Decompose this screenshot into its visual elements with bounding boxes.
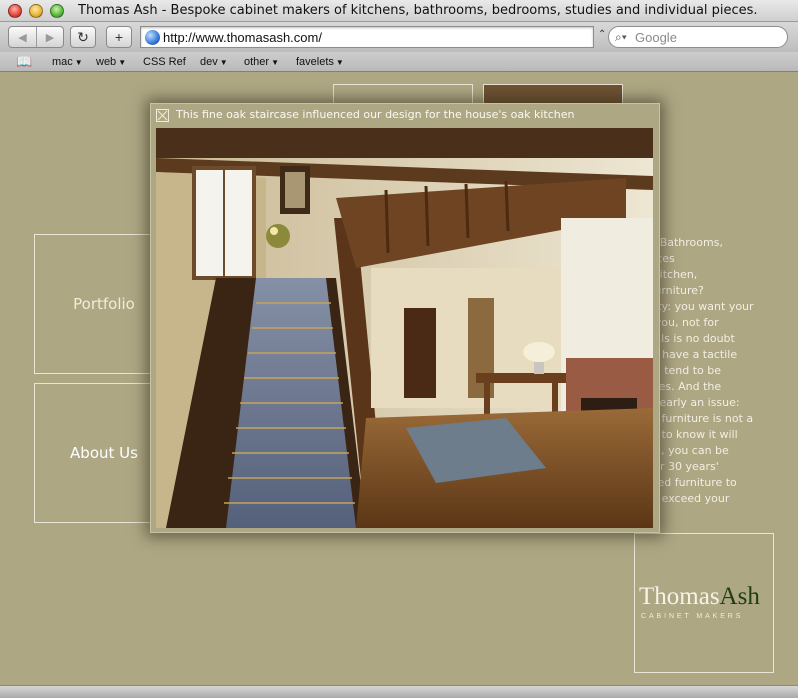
bookmark-other[interactable]: other ▼: [244, 56, 279, 68]
bookmark-label: dev: [200, 56, 218, 68]
url-dropdown-icon[interactable]: ⌃: [598, 29, 606, 40]
browser-toolbar: ◀ ▶ ↻ + http://www.thomasash.com/ ⌕▾: [0, 22, 798, 52]
intro-text-line: amed furniture to: [640, 476, 737, 489]
intro-text-line: ted furniture is not a: [640, 412, 754, 425]
zoom-window-button[interactable]: [50, 4, 64, 18]
logo-tagline: CABINET MAKERS: [641, 613, 744, 620]
image-lightbox: This fine oak staircase influenced our d…: [150, 103, 660, 533]
logo-thomas: Thomas: [639, 583, 720, 610]
close-icon[interactable]: [156, 109, 169, 122]
bookmark-label: web: [96, 56, 117, 68]
intro-text-line: over 30 years': [640, 460, 719, 473]
bookmark-label: mac: [52, 56, 73, 68]
logo-wordmark: ThomasAsh: [639, 583, 769, 611]
url-text[interactable]: http://www.thomasash.com/: [163, 30, 322, 45]
logo-box[interactable]: ThomasAsh CABINET MAKERS: [634, 533, 774, 673]
bookmarks-book-icon[interactable]: 📖: [16, 54, 32, 70]
history-nav: ◀ ▶: [8, 26, 64, 48]
add-bookmark-button[interactable]: +: [106, 26, 132, 48]
forward-button[interactable]: ▶: [35, 27, 63, 47]
chevron-down-icon: ▼: [118, 58, 127, 67]
staircase-photo-graphic: [156, 128, 653, 528]
intro-text-line: Pieces: [640, 251, 780, 267]
intro-text-line: and tend to be: [640, 364, 722, 377]
back-arrow-icon: ◀: [18, 31, 27, 44]
intro-text: ns, Bathrooms, Piecesal kitchen, d furnitu…: [640, 235, 780, 507]
intro-text-line: or you, not for: [640, 316, 719, 329]
intro-text-line: o clearly an issue:: [640, 396, 740, 409]
add-bookmark-icon: +: [114, 29, 124, 45]
reload-button[interactable]: ↻: [70, 26, 96, 48]
bookmark-label: favelets: [296, 56, 334, 68]
bookmark-web[interactable]: web ▼: [96, 56, 126, 68]
intro-text-line: itutes. And the: [640, 380, 722, 393]
nav-portfolio-label: Portfolio: [73, 295, 135, 313]
bookmark-css-ref[interactable]: CSS Ref: [143, 56, 186, 68]
bookmark-label: CSS Ref: [143, 56, 186, 68]
bookmark-dev[interactable]: dev ▼: [200, 56, 228, 68]
search-field[interactable]: ⌕▾: [608, 26, 788, 48]
close-window-button[interactable]: [8, 4, 22, 18]
title-bar: Thomas Ash - Bespoke cabinet makers of k…: [0, 0, 798, 22]
bookmark-favelets[interactable]: favelets ▼: [296, 56, 344, 68]
intro-text-line: iority: you want your: [640, 300, 754, 313]
intro-text-line: d furniture?: [640, 284, 704, 297]
globe-icon: [145, 30, 160, 45]
search-icon[interactable]: ⌕▾: [615, 30, 627, 45]
intro-text-line: ials have a tactile: [640, 348, 738, 361]
lightbox-caption: This fine oak staircase influenced our d…: [176, 108, 575, 121]
status-bar: [0, 685, 798, 698]
bookmark-mac[interactable]: mac ▼: [52, 56, 83, 68]
forward-arrow-icon: ▶: [45, 31, 55, 44]
chevron-down-icon: ▼: [335, 58, 344, 67]
chevron-down-icon: ▼: [271, 58, 279, 67]
intro-text-line: ns, Bathrooms,: [640, 236, 723, 249]
bookmarks-bar: 📖 mac ▼ web ▼ CSS Ref dev ▼ other ▼ favelets…: [0, 52, 798, 72]
intro-text-line: ant to know it will: [640, 428, 738, 441]
intro-text-line: will exceed your: [640, 492, 730, 505]
search-input[interactable]: [635, 30, 785, 45]
reload-icon: ↻: [77, 28, 89, 45]
chevron-down-icon: ▼: [74, 58, 83, 67]
intro-text-line: al kitchen,: [640, 268, 698, 281]
address-bar[interactable]: http://www.thomasash.com/: [140, 26, 594, 48]
window-title: Thomas Ash - Bespoke cabinet makers of k…: [78, 3, 758, 18]
intro-text-line: eria, you can be: [640, 444, 729, 457]
staircase-photo: [156, 128, 653, 528]
logo-ash: Ash: [719, 583, 760, 610]
bookmark-label: other: [244, 56, 270, 68]
intro-text-line: erials is no doubt: [640, 332, 735, 345]
back-button[interactable]: ◀: [9, 27, 36, 47]
chevron-down-icon: ▼: [219, 58, 228, 67]
nav-about-label: About Us: [70, 444, 138, 462]
minimize-window-button[interactable]: [29, 4, 43, 18]
